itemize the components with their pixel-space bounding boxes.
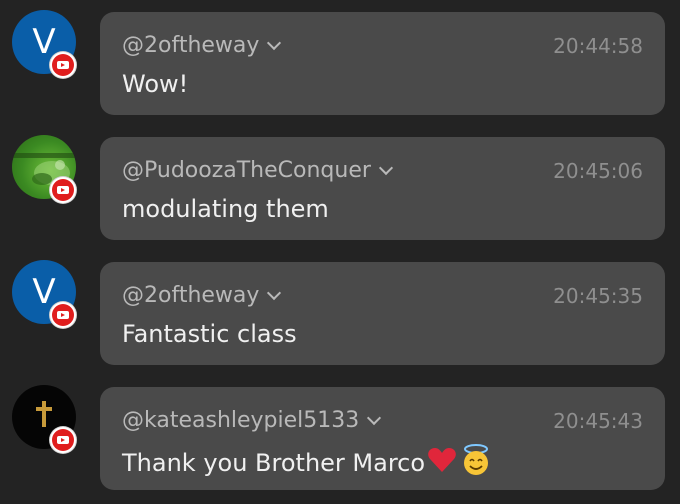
message-text: Wow! [122, 70, 189, 98]
youtube-icon [50, 302, 76, 328]
avatar-wrap[interactable]: V [12, 10, 78, 78]
author-name-button[interactable]: @kateashleypiel5133 [122, 407, 382, 435]
chat-message: V @2oftheway 20:45:35 Fantastic class [0, 250, 680, 365]
chat-message: V @2oftheway 20:44:58 Wow! [0, 0, 680, 115]
message-text: modulating them [122, 195, 329, 223]
message-bubble: @2oftheway 20:45:35 Fantastic class [100, 262, 665, 365]
red-heart-emoji [427, 446, 457, 482]
avatar-wrap[interactable] [12, 135, 78, 203]
chevron-down-icon[interactable] [367, 410, 382, 426]
youtube-icon [50, 177, 76, 203]
message-bubble: @kateashleypiel5133 20:45:43 Thank you B… [100, 387, 665, 490]
chat-feed: V @2oftheway 20:44:58 Wow! @PudoozaTheCo… [0, 0, 680, 504]
timestamp: 20:45:06 [553, 159, 643, 183]
chevron-down-icon[interactable] [378, 160, 393, 176]
author-name-button[interactable]: @2oftheway [122, 282, 282, 310]
author-name[interactable]: @2oftheway [122, 282, 259, 310]
avatar-wrap[interactable]: V [12, 260, 78, 328]
author-name[interactable]: @2oftheway [122, 32, 259, 60]
avatar-wrap[interactable] [12, 385, 78, 453]
message-text: Fantastic class [122, 320, 297, 348]
message-text-row: Thank you Brother Marco [122, 443, 493, 485]
author-name-button[interactable]: @PudoozaTheConquer [122, 157, 393, 185]
timestamp: 20:45:43 [553, 409, 643, 433]
youtube-icon [50, 427, 76, 453]
timestamp: 20:44:58 [553, 34, 643, 58]
author-name-button[interactable]: @2oftheway [122, 32, 282, 60]
author-name[interactable]: @kateashleypiel5133 [122, 407, 359, 435]
chevron-down-icon[interactable] [267, 35, 282, 51]
message-text: Thank you Brother Marco [122, 449, 426, 477]
author-name[interactable]: @PudoozaTheConquer [122, 157, 371, 185]
message-bubble: @2oftheway 20:44:58 Wow! [100, 12, 665, 115]
chat-message: @PudoozaTheConquer 20:45:06 modulating t… [0, 125, 680, 240]
smiling-face-with-halo-emoji [459, 443, 493, 485]
chat-message: @kateashleypiel5133 20:45:43 Thank you B… [0, 375, 680, 490]
chevron-down-icon[interactable] [267, 285, 282, 301]
timestamp: 20:45:35 [553, 284, 643, 308]
youtube-icon [50, 52, 76, 78]
message-bubble: @PudoozaTheConquer 20:45:06 modulating t… [100, 137, 665, 240]
